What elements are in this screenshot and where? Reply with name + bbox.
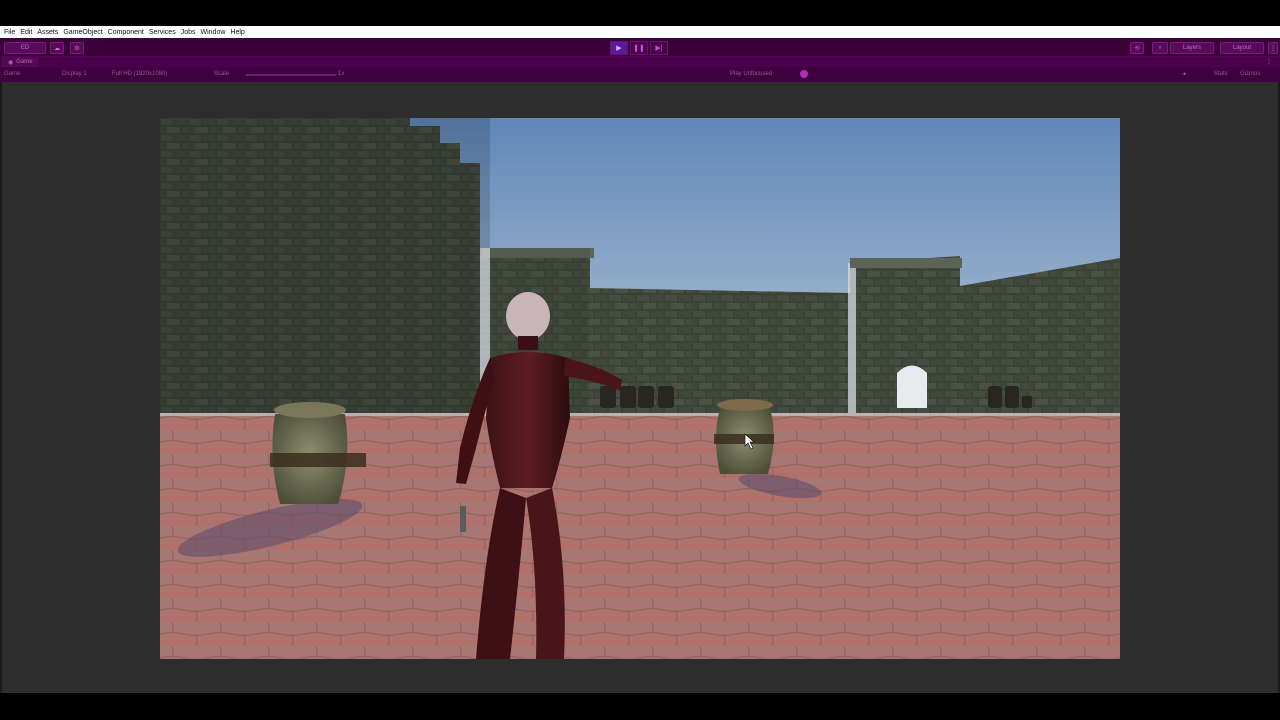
menu-services[interactable]: Services [149, 29, 176, 36]
menu-assets[interactable]: Assets [37, 29, 58, 36]
letterbox-top [0, 0, 1280, 26]
game-tab-icon: ◉ [8, 59, 14, 66]
play-mode-select[interactable]: Play Unfocused [730, 71, 772, 77]
history-icon[interactable]: ⟲ [1130, 42, 1144, 54]
menu-edit[interactable]: Edit [20, 29, 32, 36]
step-icon: ▶| [655, 45, 663, 52]
game-viewport[interactable] [160, 118, 1120, 659]
search-icon[interactable]: ⌕ [1152, 42, 1168, 54]
tab-game[interactable]: ◉ Game [2, 57, 39, 67]
stats-icon[interactable]: ✦ [1182, 71, 1187, 78]
tab-menu-icon[interactable]: ⋮ [1266, 58, 1272, 65]
layout-dropdown[interactable]: Layout [1220, 42, 1264, 54]
scale-slider[interactable] [246, 74, 336, 76]
resolution-select[interactable]: Full HD (1920x1080) [112, 71, 167, 77]
barrel-right [714, 399, 774, 474]
menu-bar: File Edit Assets GameObject Component Se… [0, 26, 1280, 38]
account-dropdown[interactable]: ED [4, 42, 46, 54]
menu-help[interactable]: Help [230, 29, 244, 36]
layers-dropdown[interactable]: Layers [1170, 42, 1214, 54]
game-tab-label: Game [16, 59, 33, 65]
menu-component[interactable]: Component [108, 29, 144, 36]
stats-toggle[interactable]: Stats [1214, 71, 1228, 77]
menu-file[interactable]: File [4, 29, 15, 36]
gizmos-toggle[interactable]: Gizmos [1240, 71, 1260, 77]
play-controls: ▶ ❚❚ ▶| [610, 41, 668, 55]
scale-value: 1x [338, 71, 345, 77]
pause-button[interactable]: ❚❚ [630, 41, 648, 55]
play-icon: ▶ [616, 45, 622, 52]
layers-label: Layers [1182, 45, 1201, 51]
cloud-icon[interactable]: ☁ [50, 42, 64, 54]
letterbox-bottom [0, 693, 1280, 720]
menu-window[interactable]: Window [201, 29, 226, 36]
collab-icon[interactable]: ⚙ [70, 42, 84, 54]
view-select[interactable]: Game [4, 71, 20, 77]
mute-audio-icon[interactable] [800, 70, 808, 78]
step-button[interactable]: ▶| [650, 41, 668, 55]
more-icon[interactable]: ⋮ [1268, 42, 1278, 54]
menu-gameobject[interactable]: GameObject [63, 29, 102, 36]
menu-jobs[interactable]: Jobs [181, 29, 196, 36]
pause-icon: ❚❚ [633, 45, 645, 52]
main-toolbar: ED ☁ ⚙ ▶ ❚❚ ▶| ⟲ ⌕ Layers Layout ⋮ [0, 38, 1280, 57]
display-select[interactable]: Display 1 [62, 71, 87, 77]
scale-label: Scale [214, 71, 230, 77]
account-label: ED [20, 45, 30, 51]
game-scene [160, 118, 1120, 659]
game-view-bar: Game Display 1 Full HD (1920x1080) Scale… [0, 67, 1280, 83]
doorway [897, 365, 927, 408]
tab-row: ◉ Game ⋮ [0, 57, 1280, 67]
layout-label: Layout [1232, 45, 1251, 51]
play-button[interactable]: ▶ [610, 41, 628, 55]
